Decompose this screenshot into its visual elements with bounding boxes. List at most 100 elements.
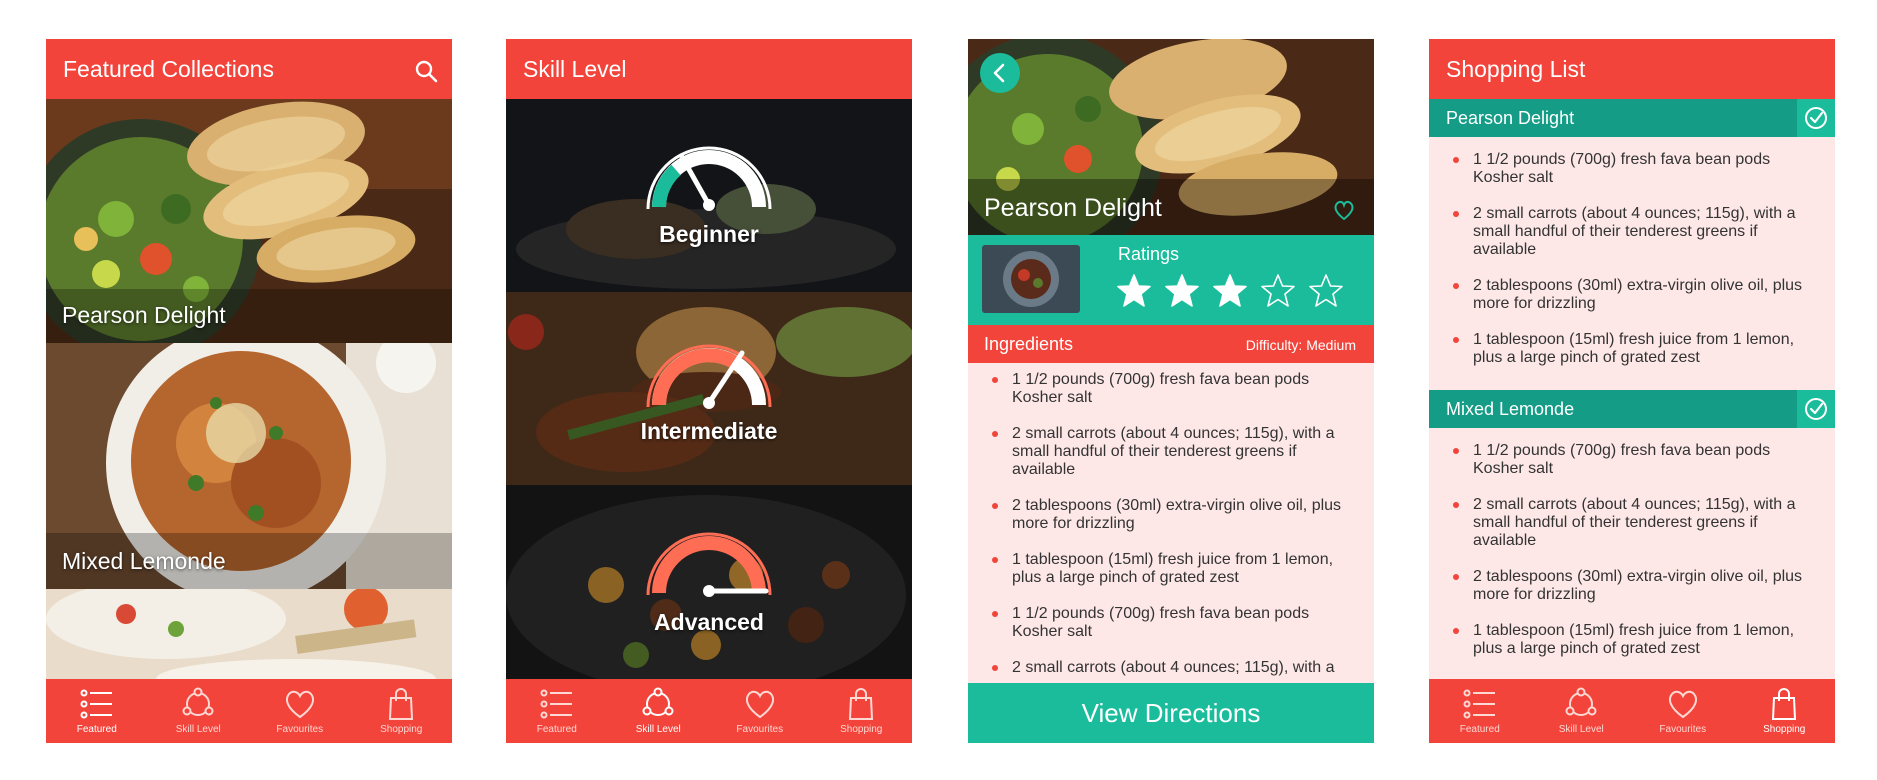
check-circle-icon	[1805, 398, 1827, 420]
featured-screen: Featured Collections Pearson Delight Mix…	[46, 39, 452, 743]
tab-label: Featured	[1459, 724, 1500, 735]
search-icon[interactable]	[414, 59, 438, 83]
star-empty-icon[interactable]	[1308, 273, 1344, 309]
bottom-tab-bar: Featured Skill Level Favourites Shopping	[506, 679, 912, 743]
ratings-label: Ratings	[1118, 244, 1180, 264]
page-title: Skill Level	[523, 56, 627, 82]
bottom-tab-bar: Featured Skill Level Favourites Shopping	[46, 679, 452, 743]
page-title: Shopping List	[1446, 56, 1586, 82]
list-item: 2 tablespoons (30ml) extra-virgin olive …	[992, 497, 1344, 533]
gauge-advanced-icon	[646, 532, 772, 597]
chevron-left-icon	[993, 63, 1005, 83]
list-item: 1 tablespoon (15ml) fresh juice from 1 l…	[1453, 622, 1805, 658]
skill-card-advanced[interactable]: Advanced	[506, 485, 912, 679]
page-title: Featured Collections	[63, 56, 274, 82]
shopping-group-list: 1 1/2 pounds (700g) fresh fava bean pods…	[1429, 137, 1835, 390]
shopping-bag-icon	[1772, 688, 1797, 720]
tab-label: Featured	[536, 724, 577, 735]
tab-favourites[interactable]: Favourites	[1632, 679, 1734, 743]
tab-skill-level[interactable]: Skill Level	[1531, 679, 1633, 743]
collection-card-mixed-lemonde[interactable]: Mixed Lemonde	[46, 343, 452, 589]
favourite-heart-icon[interactable]	[1332, 199, 1356, 221]
ingredients-list: 1 1/2 pounds (700g) fresh fava bean pods…	[968, 363, 1374, 677]
app-bar: Shopping List	[1429, 39, 1835, 99]
shopping-list-screen: Shopping List Pearson Delight 1 1/2 poun…	[1429, 39, 1835, 743]
tab-favourites[interactable]: Favourites	[249, 679, 351, 743]
star-rating[interactable]	[1116, 273, 1344, 309]
skill-level-screen: Skill Level Beginner Intermediate Advanc…	[506, 39, 912, 743]
tab-label: Favourites	[276, 724, 324, 735]
skill-label: Beginner	[659, 221, 759, 247]
heart-icon	[745, 690, 774, 719]
tab-favourites[interactable]: Favourites	[709, 679, 811, 743]
tab-shopping[interactable]: Shopping	[1734, 679, 1836, 743]
list-icon	[540, 689, 572, 719]
tab-featured[interactable]: Featured	[506, 679, 608, 743]
ratings-panel: Ratings	[968, 235, 1374, 325]
tab-featured[interactable]: Featured	[1429, 679, 1531, 743]
collection-card-pearson-delight[interactable]: Pearson Delight	[46, 99, 452, 343]
list-icon	[80, 689, 112, 719]
food-photo-soup	[46, 589, 452, 679]
heart-icon	[1668, 690, 1697, 719]
recipe-detail-screen: Pearson Delight Ratings Ingredients Diff…	[968, 39, 1374, 743]
skill-label: Intermediate	[640, 418, 778, 444]
shopping-bag-icon	[389, 688, 414, 720]
card-title: Pearson Delight	[62, 302, 226, 328]
tab-label: Skill Level	[635, 724, 681, 735]
group-check-button[interactable]	[1797, 99, 1835, 137]
star-filled-icon[interactable]	[1212, 273, 1248, 309]
tab-label: Shopping	[840, 724, 883, 735]
skill-card-beginner[interactable]: Beginner	[506, 99, 912, 292]
ingredients-label: Ingredients	[984, 334, 1074, 354]
recipe-thumbnail	[982, 245, 1080, 313]
group-check-button[interactable]	[1797, 390, 1835, 428]
list-item: 2 tablespoons (30ml) extra-virgin olive …	[1453, 277, 1805, 313]
ingredients-header: Ingredients Difficulty: Medium	[968, 325, 1374, 363]
shopping-group-header: Pearson Delight	[1429, 99, 1835, 137]
star-filled-icon[interactable]	[1164, 273, 1200, 309]
list-item: 1 1/2 pounds (700g) fresh fava bean pods…	[1453, 151, 1805, 187]
shopping-items: 1 1/2 pounds (700g) fresh fava bean pods…	[1429, 137, 1835, 367]
recipe-hero: Pearson Delight	[968, 39, 1374, 235]
view-directions-button[interactable]: View Directions	[968, 683, 1374, 743]
tab-label: Skill Level	[175, 724, 221, 735]
list-item: 1 1/2 pounds (700g) fresh fava bean pods…	[1453, 442, 1805, 478]
difficulty-label: Difficulty: Medium	[1245, 337, 1356, 353]
list-item: 2 small carrots (about 4 ounces; 115g), …	[1453, 496, 1805, 550]
group-title: Mixed Lemonde	[1446, 399, 1575, 419]
shopping-group-header: Mixed Lemonde	[1429, 390, 1835, 428]
skill-card-intermediate[interactable]: Intermediate	[506, 292, 912, 485]
star-filled-icon[interactable]	[1116, 273, 1152, 309]
tab-label: Shopping	[1763, 724, 1806, 735]
share-cycle-icon	[1565, 687, 1597, 716]
ingredients-list-area: 1 1/2 pounds (700g) fresh fava bean pods…	[968, 363, 1374, 683]
list-item: 1 tablespoon (15ml) fresh juice from 1 l…	[1453, 331, 1805, 367]
list-item: 2 small carrots (about 4 ounces; 115g), …	[1453, 205, 1805, 259]
star-empty-icon[interactable]	[1260, 273, 1296, 309]
collection-card-partial[interactable]	[46, 589, 452, 679]
list-item: 2 small carrots (about 4 ounces; 115g), …	[992, 659, 1344, 677]
share-cycle-icon	[182, 687, 214, 716]
tab-shopping[interactable]: Shopping	[811, 679, 913, 743]
list-item: 1 1/2 pounds (700g) fresh fava bean pods…	[992, 605, 1344, 641]
gauge-intermediate-icon	[646, 344, 772, 409]
list-item: 1 tablespoon (15ml) fresh juice from 1 l…	[992, 551, 1344, 587]
tab-skill-level[interactable]: Skill Level	[608, 679, 710, 743]
tab-shopping[interactable]: Shopping	[351, 679, 453, 743]
tab-skill-level[interactable]: Skill Level	[148, 679, 250, 743]
back-button[interactable]	[980, 53, 1020, 93]
app-bar: Featured Collections	[46, 39, 452, 99]
shopping-group-list: 1 1/2 pounds (700g) fresh fava bean pods…	[1429, 428, 1835, 680]
app-bar: Skill Level	[506, 39, 912, 99]
skill-label: Advanced	[654, 609, 764, 635]
tab-label: Shopping	[380, 724, 423, 735]
bottom-tab-bar: Featured Skill Level Favourites Shopping	[1429, 679, 1835, 743]
shopping-items: 1 1/2 pounds (700g) fresh fava bean pods…	[1429, 428, 1835, 658]
list-item: 2 small carrots (about 4 ounces; 115g), …	[992, 425, 1344, 479]
tab-label: Skill Level	[1558, 724, 1604, 735]
tab-featured[interactable]: Featured	[46, 679, 148, 743]
shopping-bag-icon	[849, 688, 874, 720]
gauge-beginner-icon	[646, 146, 772, 211]
card-title: Mixed Lemonde	[62, 548, 226, 574]
